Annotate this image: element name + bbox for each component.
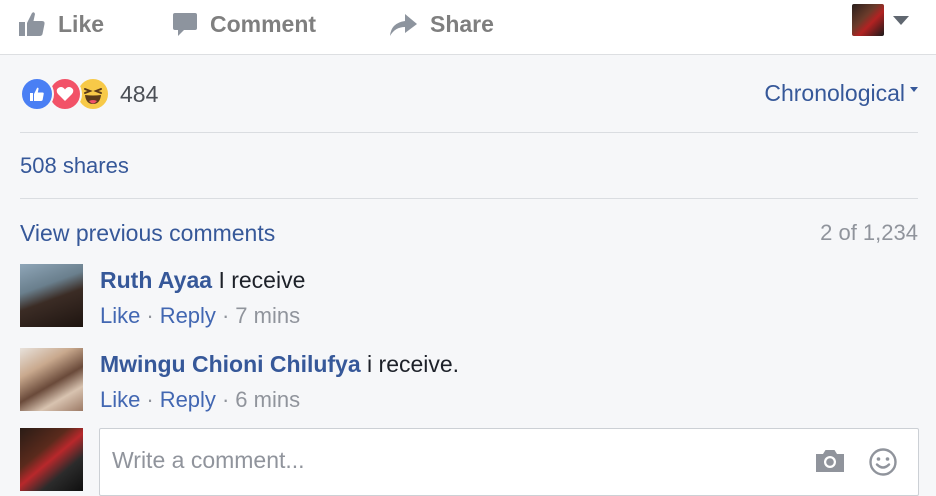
comment-item: Ruth Ayaa I receive Like · Reply · 7 mins [20,264,305,330]
commenter-name[interactable]: Ruth Ayaa [100,267,212,293]
commenter-avatar[interactable] [20,348,83,411]
avatar [852,4,884,36]
comment-body: Mwingu Chioni Chilufya i receive. Like · R… [100,350,459,414]
thumbs-up-icon [18,11,46,37]
comment-timestamp[interactable]: 7 mins [235,303,300,328]
commenter-name[interactable]: Mwingu Chioni Chilufya [100,351,361,377]
share-label: Share [430,10,494,37]
camera-icon[interactable] [814,447,846,480]
divider [20,198,918,199]
sort-label: Chronological [764,80,905,106]
comment-like-link[interactable]: Like [100,303,140,328]
share-arrow-icon [388,11,418,37]
post-as-selector[interactable] [852,4,909,36]
view-previous-comments-link[interactable]: View previous comments [20,220,275,247]
shares-link[interactable]: 508 shares [20,153,129,179]
comment-count: 2 of 1,234 [820,220,918,245]
avatar [20,428,83,491]
smiley-icon[interactable] [868,447,898,482]
comment-input[interactable] [112,447,792,474]
reactions-summary[interactable]: 484 [20,77,159,111]
like-button[interactable]: Like [18,0,104,48]
comment-item: Mwingu Chioni Chilufya i receive. Like · R… [20,348,459,414]
comment-like-link[interactable]: Like [100,387,140,412]
post-action-bar: Like Comment Share [0,0,936,55]
comment-button[interactable]: Comment [172,0,316,48]
comment-actions: Like · Reply · 6 mins [100,387,301,412]
comment-sort-dropdown[interactable]: Chronological [764,80,918,107]
comment-text: i receive. [367,351,460,377]
comment-body: Ruth Ayaa I receive Like · Reply · 7 mins [100,266,305,330]
comment-text: I receive [218,267,306,293]
comment-reply-link[interactable]: Reply [160,387,216,412]
comment-reply-link[interactable]: Reply [160,303,216,328]
divider [20,132,918,133]
commenter-avatar[interactable] [20,264,83,327]
comment-label: Comment [210,10,317,37]
share-button[interactable]: Share [388,0,494,48]
comment-timestamp[interactable]: 6 mins [235,387,300,412]
comment-line: Mwingu Chioni Chilufya i receive. [100,350,459,378]
comment-actions: Like · Reply · 7 mins [100,303,301,328]
like-label: Like [58,10,105,37]
speech-bubble-icon [172,11,198,37]
like-reaction-icon [20,77,54,111]
reaction-count: 484 [120,80,159,107]
comment-composer [99,428,919,496]
caret-down-icon [910,87,918,92]
chevron-down-icon [893,15,909,25]
comment-line: Ruth Ayaa I receive [100,266,305,294]
